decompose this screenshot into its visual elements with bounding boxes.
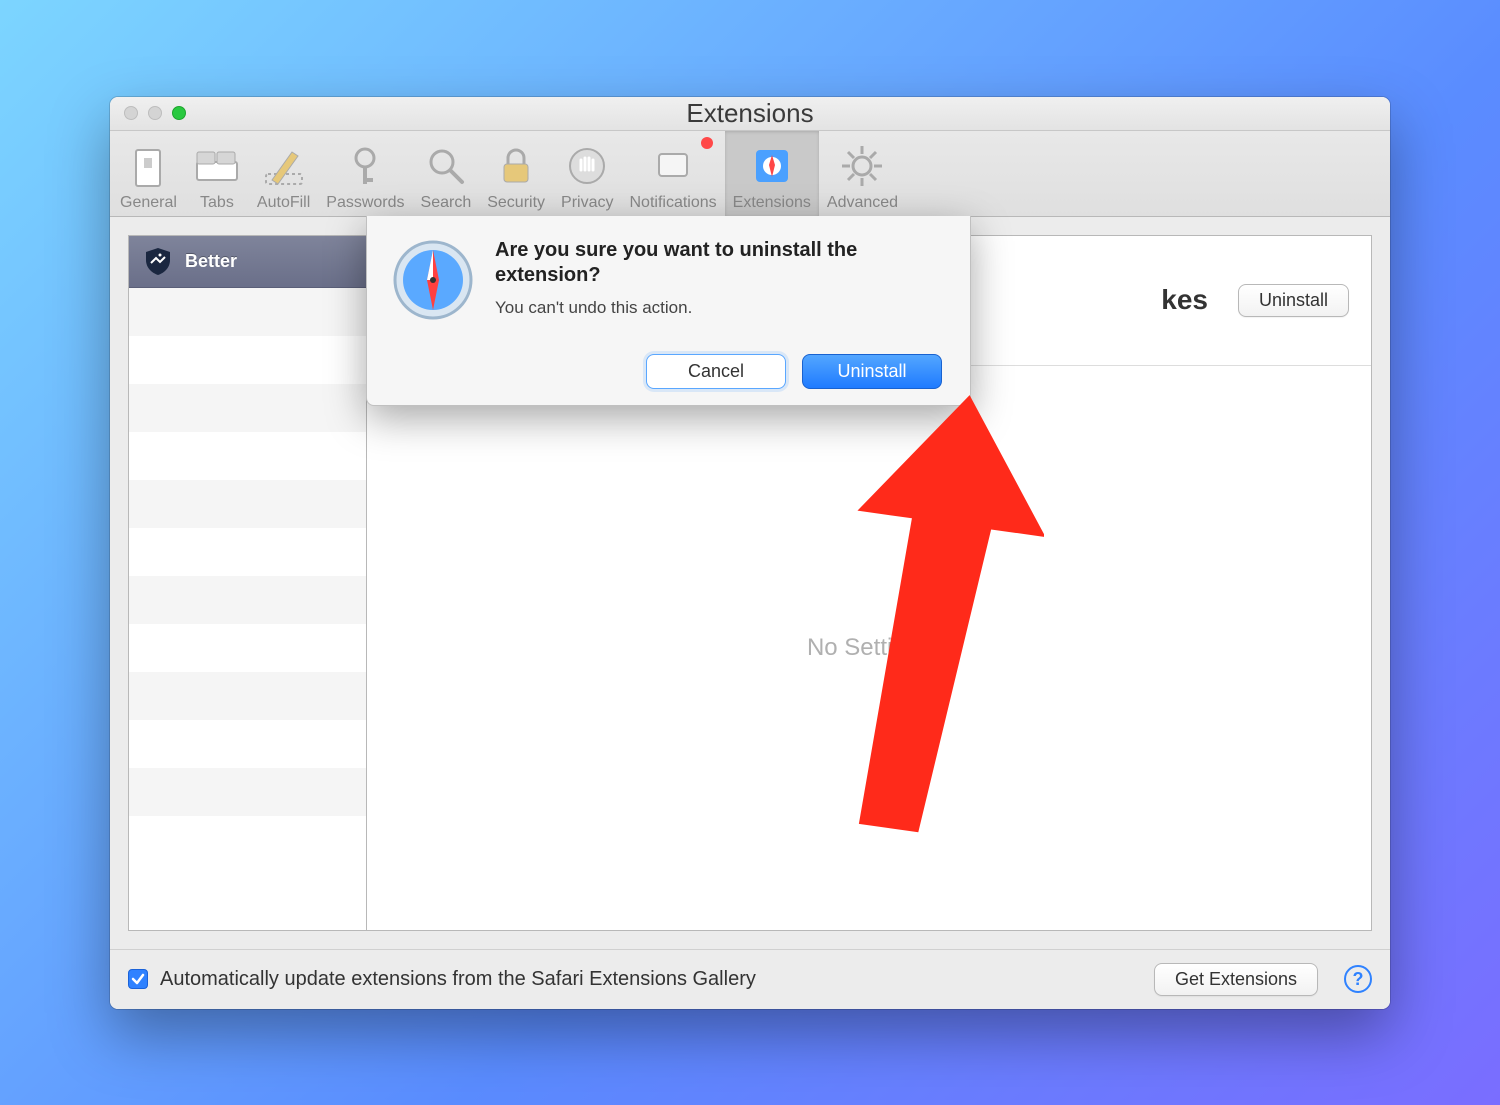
list-item (129, 720, 366, 768)
get-extensions-button[interactable]: Get Extensions (1154, 963, 1318, 996)
list-item (129, 528, 366, 576)
list-item (129, 288, 366, 336)
gear-icon (838, 142, 886, 190)
no-settings-label: No Settings (367, 366, 1371, 930)
tab-advanced[interactable]: Advanced (819, 131, 906, 216)
list-item (129, 576, 366, 624)
checkmark-icon (131, 972, 145, 986)
extension-title-fragment: kes (1161, 284, 1208, 316)
auto-update-checkbox[interactable] (128, 969, 148, 989)
notification-badge (701, 137, 713, 149)
dialog-cancel-button[interactable]: Cancel (646, 354, 786, 389)
bell-icon (649, 142, 697, 190)
uninstall-button[interactable]: Uninstall (1238, 284, 1349, 317)
tab-tabs[interactable]: Tabs (185, 131, 249, 216)
tab-extensions[interactable]: Extensions (725, 131, 819, 216)
key-icon (341, 142, 389, 190)
tab-search[interactable]: Search (413, 131, 480, 216)
list-item (129, 336, 366, 384)
shield-icon (143, 246, 173, 276)
toolbar-label: Privacy (561, 194, 613, 212)
hand-icon (563, 142, 611, 190)
toolbar-label: AutoFill (257, 194, 310, 212)
confirm-uninstall-dialog: Are you sure you want to uninstall the e… (366, 216, 971, 406)
lock-icon (492, 142, 540, 190)
extensions-list: Better (128, 235, 366, 931)
auto-update-label: Automatically update extensions from the… (160, 968, 1142, 991)
dialog-title: Are you sure you want to uninstall the e… (495, 238, 942, 288)
puzzle-icon (748, 142, 796, 190)
tabs-icon (193, 142, 241, 190)
list-item (129, 432, 366, 480)
preferences-window: Extensions General Tabs AutoFill Passw (110, 97, 1390, 1009)
toolbar-label: Passwords (326, 194, 404, 212)
switch-icon (124, 142, 172, 190)
toolbar-label: Search (421, 194, 472, 212)
toolbar-label: Advanced (827, 194, 898, 212)
toolbar-label: Security (487, 194, 545, 212)
pencil-icon (260, 142, 308, 190)
window-title: Extensions (110, 98, 1390, 129)
list-item (129, 384, 366, 432)
preferences-toolbar: General Tabs AutoFill Passwords Search (110, 131, 1390, 217)
help-button[interactable]: ? (1344, 965, 1372, 993)
list-item (129, 480, 366, 528)
toolbar-label: Tabs (200, 194, 234, 212)
toolbar-label: General (120, 194, 177, 212)
list-item (129, 768, 366, 816)
tab-security[interactable]: Security (479, 131, 553, 216)
dialog-confirm-button[interactable]: Uninstall (802, 354, 942, 389)
extension-row-better[interactable]: Better (129, 236, 366, 288)
tab-general[interactable]: General (112, 131, 185, 216)
extension-name: Better (185, 251, 237, 272)
search-icon (422, 142, 470, 190)
dialog-body: Are you sure you want to uninstall the e… (495, 238, 942, 389)
dialog-buttons: Cancel Uninstall (495, 354, 942, 389)
toolbar-label: Extensions (733, 194, 811, 212)
list-item (129, 672, 366, 720)
safari-icon (391, 238, 475, 322)
toolbar-label: Notifications (629, 194, 716, 212)
tab-privacy[interactable]: Privacy (553, 131, 621, 216)
tab-notifications[interactable]: Notifications (621, 131, 724, 216)
titlebar[interactable]: Extensions (110, 97, 1390, 131)
footer: Automatically update extensions from the… (110, 949, 1390, 1009)
list-item (129, 624, 366, 672)
dialog-subtitle: You can't undo this action. (495, 298, 942, 318)
tab-autofill[interactable]: AutoFill (249, 131, 318, 216)
tab-passwords[interactable]: Passwords (318, 131, 412, 216)
